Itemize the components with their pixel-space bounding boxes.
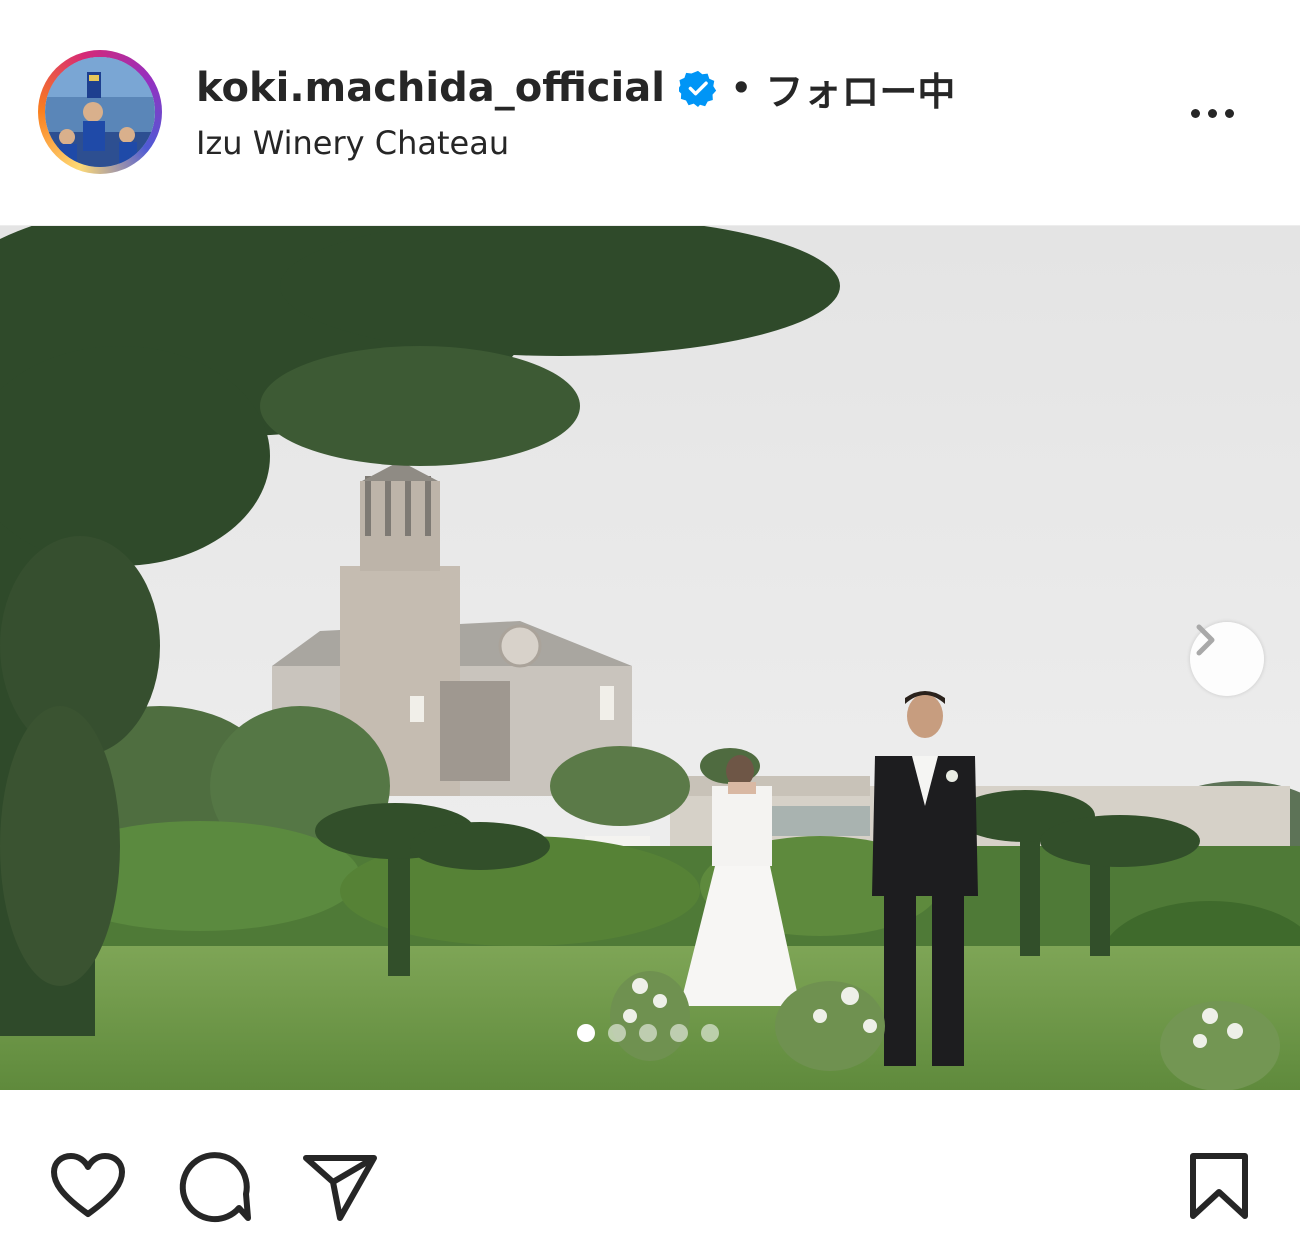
post-photo[interactable] <box>0 226 1300 1090</box>
paper-plane-icon <box>303 1155 377 1221</box>
carousel-dot <box>608 1024 626 1042</box>
comment-icon <box>179 1152 251 1223</box>
comment-button[interactable] <box>178 1150 252 1228</box>
location-link[interactable]: Izu Winery Chateau <box>196 124 509 162</box>
share-button[interactable] <box>302 1152 378 1226</box>
like-button[interactable] <box>50 1152 126 1224</box>
avatar[interactable] <box>45 57 155 167</box>
carousel-dot <box>701 1024 719 1042</box>
carousel-dot <box>639 1024 657 1042</box>
more-options-button[interactable] <box>1180 95 1244 131</box>
avatar-image <box>45 57 155 167</box>
more-dot-icon <box>1207 108 1217 118</box>
username-link[interactable]: koki.machida_official <box>196 65 665 111</box>
heart-icon <box>51 1153 125 1217</box>
more-dot-icon <box>1224 108 1234 118</box>
bookmark-icon <box>1190 1153 1248 1219</box>
separator-dot: • <box>730 69 752 107</box>
wedding-photo <box>0 226 1300 1090</box>
story-ring[interactable] <box>38 50 162 174</box>
more-dot-icon <box>1190 108 1200 118</box>
chevron-right-icon <box>1196 624 1215 656</box>
action-bar <box>0 1090 1300 1246</box>
username-row: koki.machida_official • フォロー中 <box>196 60 955 116</box>
carousel-indicator <box>577 1024 719 1042</box>
following-button[interactable]: フォロー中 <box>765 61 955 116</box>
carousel-dot <box>670 1024 688 1042</box>
save-button[interactable] <box>1188 1152 1250 1226</box>
post-header: koki.machida_official • フォロー中 Izu Winery… <box>0 0 1300 226</box>
carousel-dot-active <box>577 1024 595 1042</box>
next-slide-button[interactable] <box>1190 622 1264 696</box>
verified-badge-icon <box>677 69 717 107</box>
